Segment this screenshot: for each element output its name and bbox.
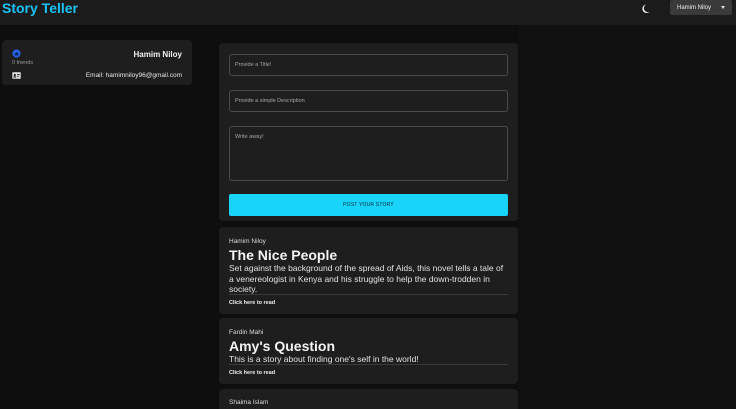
read-story-link[interactable]: Click here to read xyxy=(229,370,275,376)
story-description: This is a story about finding one's self… xyxy=(229,354,419,364)
story-card: Hamim Niloy The Nice People Set against … xyxy=(219,227,518,314)
story-divider xyxy=(229,364,508,365)
story-author[interactable]: Hamim Niloy xyxy=(229,238,266,245)
profile-card: Hamim Niloy 0 friends Email: hamimniloy9… xyxy=(2,40,192,85)
user-menu-button[interactable]: Hamim Niloy xyxy=(670,0,732,15)
story-body-textarea[interactable] xyxy=(229,126,508,181)
story-title: The Nice People xyxy=(229,247,338,263)
read-story-link[interactable]: Click here to read xyxy=(229,300,275,306)
home-icon xyxy=(12,49,21,58)
story-card: Fardin Mahi Amy's Question This is a sto… xyxy=(219,318,518,384)
story-card: Shaima Islam xyxy=(219,389,518,409)
story-composer: POST YOUR STORY xyxy=(219,43,518,221)
profile-name: Hamim Niloy xyxy=(133,50,182,59)
story-divider xyxy=(229,294,508,295)
profile-email: Email: hamimniloy96@gmail.com xyxy=(85,72,182,79)
user-menu-label: Hamim Niloy xyxy=(677,4,712,11)
id-card-icon xyxy=(12,72,21,79)
story-author[interactable]: Shaima Islam xyxy=(229,399,268,406)
caret-down-icon xyxy=(721,6,725,9)
post-story-button[interactable]: POST YOUR STORY xyxy=(229,194,508,216)
story-description-input[interactable] xyxy=(229,90,508,112)
story-description: Set against the background of the spread… xyxy=(229,263,504,294)
moon-icon[interactable] xyxy=(641,3,653,15)
app-brand[interactable]: Story Teller xyxy=(2,0,78,16)
story-title: Amy's Question xyxy=(229,338,336,354)
story-author[interactable]: Fardin Mahi xyxy=(229,329,263,336)
top-navbar: Story Teller Hamim Niloy xyxy=(0,0,736,25)
story-title-input[interactable] xyxy=(229,54,508,76)
friends-count: 0 friends xyxy=(12,60,34,66)
right-panel xyxy=(519,25,736,409)
